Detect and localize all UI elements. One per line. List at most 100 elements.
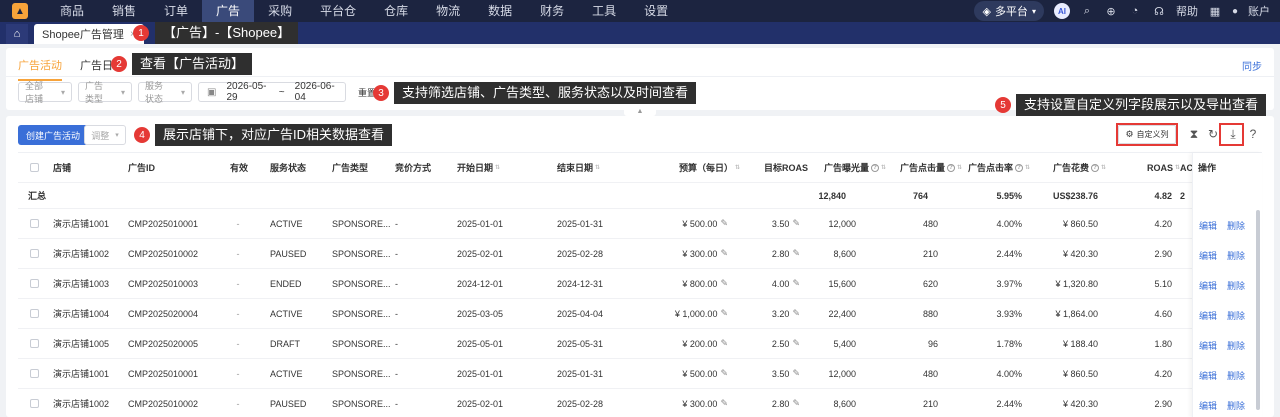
download-icon[interactable]: ⊕ [1104,5,1118,18]
edit-icon[interactable]: ✎ [720,278,728,289]
nav-item[interactable]: 广告 [202,0,255,22]
adjust-button[interactable]: 调整 ▾ [84,125,126,145]
edit-icon[interactable]: ✎ [720,368,728,379]
nav-item[interactable]: 订单 [150,0,202,22]
edit-icon[interactable]: ✎ [720,218,728,229]
ad-type-select[interactable]: 广告类型 ▾ [78,81,132,104]
column-header[interactable]: 开始日期 ⇅ [457,153,557,182]
row-checkbox[interactable] [30,299,39,328]
grid-icon[interactable]: ▦ [1208,5,1222,18]
edit-link[interactable]: 编辑 [1199,221,1217,231]
row-checkbox[interactable] [30,209,39,238]
nav-item[interactable]: 仓库 [370,0,422,22]
app-logo[interactable]: ▲ [12,3,28,19]
sort-icon[interactable]: ⇅ [1025,164,1030,171]
edit-link[interactable]: 编辑 [1199,281,1217,291]
column-header[interactable]: 服务状态 [270,153,340,182]
hourglass-icon[interactable]: ⧗ [1187,127,1201,142]
column-header[interactable]: 广告花费? ⇅ [1046,153,1106,182]
nav-item[interactable]: 平台仓 [306,0,370,22]
sort-icon[interactable]: ⇅ [735,164,740,171]
collapse-filter-toggle[interactable]: ▲ [624,108,656,116]
headset-icon[interactable]: ☊ [1152,5,1166,18]
delete-link[interactable]: 删除 [1227,281,1245,291]
column-header[interactable]: 竞价方式 [395,153,465,182]
delete-link[interactable]: 删除 [1227,401,1245,411]
help-circle-icon[interactable]: ? [1090,163,1099,172]
nav-item[interactable]: 销售 [98,0,150,22]
nav-item[interactable]: 采购 [254,0,306,22]
platform-switcher[interactable]: ◈ 多平台 ▾ [974,1,1044,21]
table-row[interactable]: 演示店铺1001 CMP2025010001- ACTIVE SPONSORE... -… [18,209,1262,239]
edit-link[interactable]: 编辑 [1199,341,1217,351]
edit-icon[interactable]: ✎ [720,308,728,319]
help-circle-icon[interactable]: ? [870,163,879,172]
table-row[interactable]: 演示店铺1002 CMP2025010002- PAUSED SPONSORE... -… [18,389,1262,417]
ai-assistant-icon[interactable]: AI [1053,3,1070,19]
nav-item[interactable]: 设置 [630,0,682,22]
column-header[interactable]: 广告曝光量? ⇅ [812,153,886,182]
tab-ad-campaigns[interactable]: 广告活动 [18,57,62,81]
edit-icon[interactable]: ✎ [720,398,728,409]
edit-link[interactable]: 编辑 [1199,371,1217,381]
column-header[interactable]: 有效 [230,153,260,182]
sort-icon[interactable]: ⇅ [1101,164,1106,171]
help-circle-icon[interactable]: ? [1014,163,1023,172]
nav-item[interactable]: 工具 [578,0,630,22]
edit-link[interactable]: 编辑 [1199,401,1217,411]
vertical-scrollbar[interactable] [1256,210,1260,410]
nav-item[interactable]: 物流 [422,0,474,22]
help-link[interactable]: 帮助 [1176,3,1198,19]
tab-shopee-ad-management[interactable]: Shopee广告管理 × [34,24,144,44]
edit-icon[interactable]: ✎ [720,248,728,259]
service-status-select[interactable]: 服务状态 ▾ [138,81,192,104]
date-range-picker[interactable]: ▣ 2026-05-29 ~ 2026-06-04 [198,81,346,103]
row-checkbox[interactable] [30,239,39,268]
delete-link[interactable]: 删除 [1227,311,1245,321]
help-circle-icon[interactable]: ? [946,163,955,172]
column-header[interactable]: 预算（每日） ⇅ [658,153,740,182]
column-header[interactable]: ROAS ⇅ [1116,153,1180,182]
column-header[interactable]: 目标ROAS [742,153,808,182]
notification-icon[interactable]: ◔ [1128,5,1142,17]
home-icon[interactable]: ⌂ [6,24,28,44]
delete-link[interactable]: 删除 [1227,341,1245,351]
delete-link[interactable]: 删除 [1227,371,1245,381]
delete-link[interactable]: 删除 [1227,251,1245,261]
row-checkbox[interactable] [30,269,39,298]
sort-icon[interactable]: ⇅ [881,164,886,171]
table-row[interactable]: 演示店铺1004 CMP2025020004- ACTIVE SPONSORE... -… [18,299,1262,329]
search-icon[interactable]: ⌕ [1080,5,1094,18]
shop-select[interactable]: 全部店铺 ▾ [18,81,72,104]
column-header[interactable]: 店铺 [53,153,133,182]
row-checkbox[interactable] [30,329,39,358]
edit-link[interactable]: 编辑 [1199,251,1217,261]
sort-icon[interactable]: ⇅ [595,164,600,171]
sort-icon[interactable]: ⇅ [495,164,500,171]
delete-link[interactable]: 删除 [1227,221,1245,231]
column-header[interactable]: 广告点击量? ⇅ [888,153,962,182]
account-link[interactable]: 账户 [1248,3,1270,19]
sync-button[interactable]: 同步 [1242,58,1262,73]
column-header[interactable]: 广告类型 [332,153,402,182]
column-header[interactable]: 操作 [1198,153,1238,182]
edit-link[interactable]: 编辑 [1199,311,1217,321]
column-header[interactable]: 广告点击率? ⇅ [958,153,1030,182]
help-circle-icon[interactable]: ? [1246,127,1260,141]
edit-icon[interactable]: ✎ [720,338,728,349]
column-header[interactable]: 广告ID [128,153,228,182]
account-icon[interactable]: ● [1232,6,1238,17]
nav-item[interactable]: 数据 [474,0,526,22]
table-row[interactable]: 演示店铺1003 CMP2025010003- ENDED SPONSORE... -2… [18,269,1262,299]
table-row[interactable]: 演示店铺1002 CMP2025010002- PAUSED SPONSORE... -… [18,239,1262,269]
select-all-checkbox[interactable] [30,153,39,182]
row-checkbox[interactable] [30,359,39,388]
table-row[interactable]: 演示店铺1005 CMP2025020005- DRAFT SPONSORE... -2… [18,329,1262,359]
row-checkbox[interactable] [30,389,39,417]
nav-item[interactable]: 商品 [46,0,98,22]
table-row[interactable]: 演示店铺1001 CMP2025010001- ACTIVE SPONSORE... -… [18,359,1262,389]
create-campaign-button[interactable]: 创建广告活动 [18,125,89,145]
refresh-icon[interactable]: ↻ [1206,127,1220,141]
column-header[interactable]: 结束日期 ⇅ [557,153,657,182]
nav-item[interactable]: 财务 [526,0,578,22]
